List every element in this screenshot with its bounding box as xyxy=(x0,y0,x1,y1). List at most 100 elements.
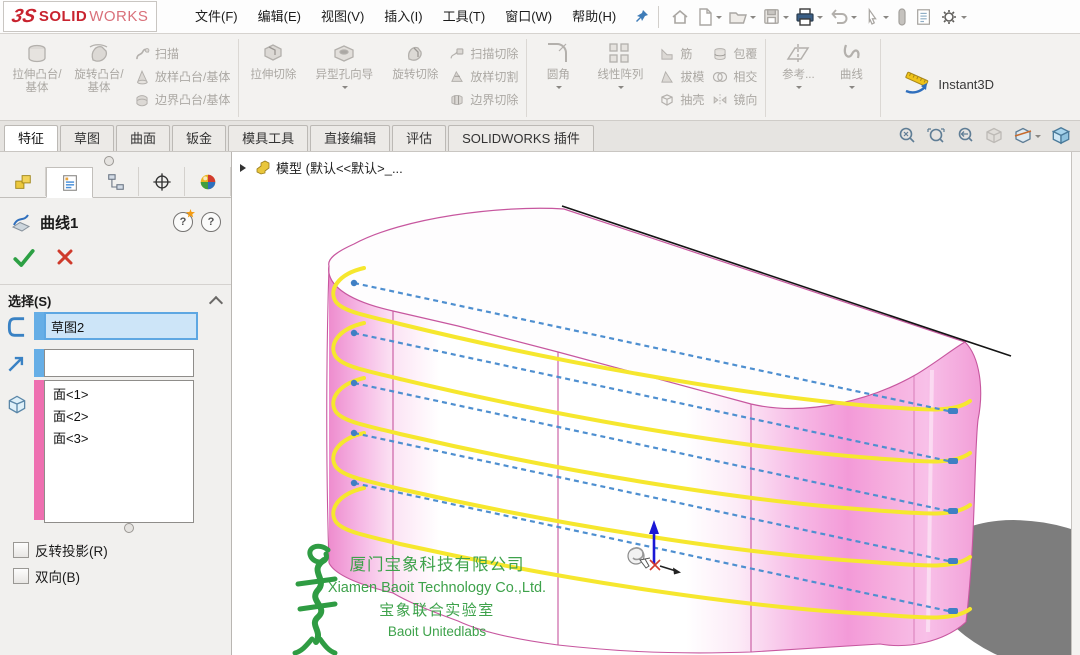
pin-icon xyxy=(634,9,649,24)
tab-appearances[interactable] xyxy=(185,167,231,196)
options-button[interactable] xyxy=(937,5,969,29)
draft-icon xyxy=(659,69,675,85)
instant3d-button[interactable]: Instant3D xyxy=(885,48,1010,120)
direction-selection-field[interactable] xyxy=(44,349,194,377)
ok-check-button[interactable] xyxy=(12,246,36,270)
tab-direct-editing[interactable]: 直接编辑 xyxy=(310,125,390,151)
tab-dimxpert[interactable] xyxy=(139,167,185,196)
bidirectional-checkbox-row[interactable]: 双向(B) xyxy=(13,566,80,586)
dropdown-arrow-icon xyxy=(716,16,722,22)
fillet-button[interactable]: 圆角 xyxy=(531,38,585,92)
help-button[interactable]: ? xyxy=(201,212,221,232)
tab-feature-tree[interactable] xyxy=(0,167,46,196)
menu-help[interactable]: 帮助(H) xyxy=(562,1,626,33)
list-resize-handle[interactable] xyxy=(124,523,134,533)
zoom-area-icon[interactable] xyxy=(926,126,946,146)
sweep-button[interactable]: 扫描 xyxy=(130,42,234,65)
revolve-boss-icon xyxy=(86,41,112,67)
faces-list[interactable]: 面<1> 面<2> 面<3> xyxy=(44,380,194,523)
previous-view-icon[interactable] xyxy=(955,126,975,146)
print-icon xyxy=(795,7,815,27)
zoom-fit-icon[interactable] xyxy=(897,126,917,146)
save-button[interactable] xyxy=(760,5,791,28)
undo-button[interactable] xyxy=(827,5,859,29)
flyout-feature-tree[interactable]: 模型 (默认<<默认>_... xyxy=(240,158,403,177)
menu-file[interactable]: 文件(F) xyxy=(185,1,248,33)
face-list-item[interactable]: 面<3> xyxy=(45,428,193,450)
draft-button[interactable]: 拔模 xyxy=(655,65,708,88)
rib-button[interactable]: 筋 xyxy=(655,42,708,65)
face-list-item[interactable]: 面<2> xyxy=(45,406,193,428)
open-button[interactable] xyxy=(726,5,758,29)
reverse-projection-checkbox-row[interactable]: 反转投影(R) xyxy=(13,540,108,560)
menu-tools[interactable]: 工具(T) xyxy=(433,1,496,33)
curves-icon xyxy=(838,41,864,67)
rib-column: 筋 拔模 抽壳 xyxy=(655,38,708,111)
shell-button[interactable]: 抽壳 xyxy=(655,88,708,111)
boundary-boss-button[interactable]: 边界凸台/基体 xyxy=(130,88,234,111)
model-scene[interactable]: 厦门宝象科技有限公司 Xiamen Baoit Technology Co.,L… xyxy=(232,152,1080,655)
linear-pattern-button[interactable]: 线性阵列 xyxy=(585,38,655,92)
selection-color-bar xyxy=(34,312,44,340)
home-button[interactable] xyxy=(668,5,692,29)
hole-wizard-button[interactable]: 异型孔向导 xyxy=(303,38,385,92)
dropdown-arrow-icon xyxy=(1035,135,1041,141)
rebuild-button[interactable] xyxy=(913,5,935,29)
whats-new-help-button[interactable]: ? xyxy=(173,212,193,232)
tab-sketch[interactable]: 草图 xyxy=(60,125,114,151)
pin-menu-button[interactable] xyxy=(634,9,649,24)
reference-group: 参考... 曲线 xyxy=(770,36,876,120)
part-icon xyxy=(255,160,271,175)
loft-cut-button[interactable]: 放样切割 xyxy=(445,65,522,88)
bidirectional-checkbox[interactable] xyxy=(13,568,29,584)
new-document-button[interactable] xyxy=(694,5,724,29)
dropdown-arrow-icon xyxy=(817,16,823,22)
tab-sheet-metal[interactable]: 钣金 xyxy=(172,125,226,151)
tab-configurations[interactable] xyxy=(93,167,139,196)
cancel-x-button[interactable] xyxy=(54,246,76,268)
select-button[interactable] xyxy=(861,5,891,29)
tab-features[interactable]: 特征 xyxy=(4,125,58,151)
menu-bar: 3S SOLID WORKS 文件(F) 编辑(E) 视图(V) 插入(I) 工… xyxy=(0,0,1080,34)
selection-group-header[interactable]: 选择(S) xyxy=(8,291,221,310)
revolve-cut-button[interactable]: 旋转切除 xyxy=(385,38,445,82)
view-orientation-icon[interactable] xyxy=(1050,125,1072,147)
wrap-button[interactable]: 包覆 xyxy=(708,42,761,65)
dropdown-arrow-icon xyxy=(851,16,857,22)
tab-mold-tools[interactable]: 模具工具 xyxy=(228,125,308,151)
section-view-button[interactable] xyxy=(1013,126,1041,146)
tab-surfaces[interactable]: 曲面 xyxy=(116,125,170,151)
sweep-cut-button[interactable]: 扫描切除 xyxy=(445,42,522,65)
tab-solidworks-addins[interactable]: SOLIDWORKS 插件 xyxy=(448,125,594,151)
task-pane-edge[interactable] xyxy=(1071,152,1080,655)
panel-divider xyxy=(0,284,231,285)
sketch-selection-input[interactable] xyxy=(44,312,198,340)
ds-logo-mark: 3S xyxy=(9,6,38,28)
menu-window[interactable]: 窗口(W) xyxy=(495,1,562,33)
menu-edit[interactable]: 编辑(E) xyxy=(248,1,311,33)
intersect-button[interactable]: 相交 xyxy=(708,65,761,88)
configuration-icon xyxy=(106,172,126,192)
graphics-viewport[interactable]: 厦门宝象科技有限公司 Xiamen Baoit Technology Co.,L… xyxy=(232,152,1080,655)
sketch-selection-row xyxy=(0,312,198,340)
tab-property-manager[interactable] xyxy=(46,167,93,198)
menu-insert[interactable]: 插入(I) xyxy=(374,1,432,33)
reverse-projection-checkbox[interactable] xyxy=(13,542,29,558)
loft-boss-button[interactable]: 放样凸台/基体 xyxy=(130,65,234,88)
display-style-icon[interactable] xyxy=(984,126,1004,146)
face-list-item[interactable]: 面<1> xyxy=(45,384,193,406)
extrude-cut-button[interactable]: 拉伸切除 xyxy=(243,38,303,82)
boundary-cut-button[interactable]: 边界切除 xyxy=(445,88,522,111)
reference-geometry-button[interactable]: 参考... xyxy=(770,38,826,92)
tab-evaluate[interactable]: 评估 xyxy=(392,125,446,151)
print-button[interactable] xyxy=(793,5,825,29)
clip-button[interactable] xyxy=(893,5,911,29)
shell-icon xyxy=(659,92,675,108)
curves-button[interactable]: 曲线 xyxy=(826,38,876,92)
panel-splitter-handle[interactable] xyxy=(104,156,114,166)
extrude-boss-button[interactable]: 拉伸凸台/基体 xyxy=(6,38,68,95)
menu-view[interactable]: 视图(V) xyxy=(311,1,374,33)
expand-caret-icon[interactable] xyxy=(240,164,250,172)
revolve-boss-button[interactable]: 旋转凸台/基体 xyxy=(68,38,130,95)
mirror-button[interactable]: 镜向 xyxy=(708,88,761,111)
